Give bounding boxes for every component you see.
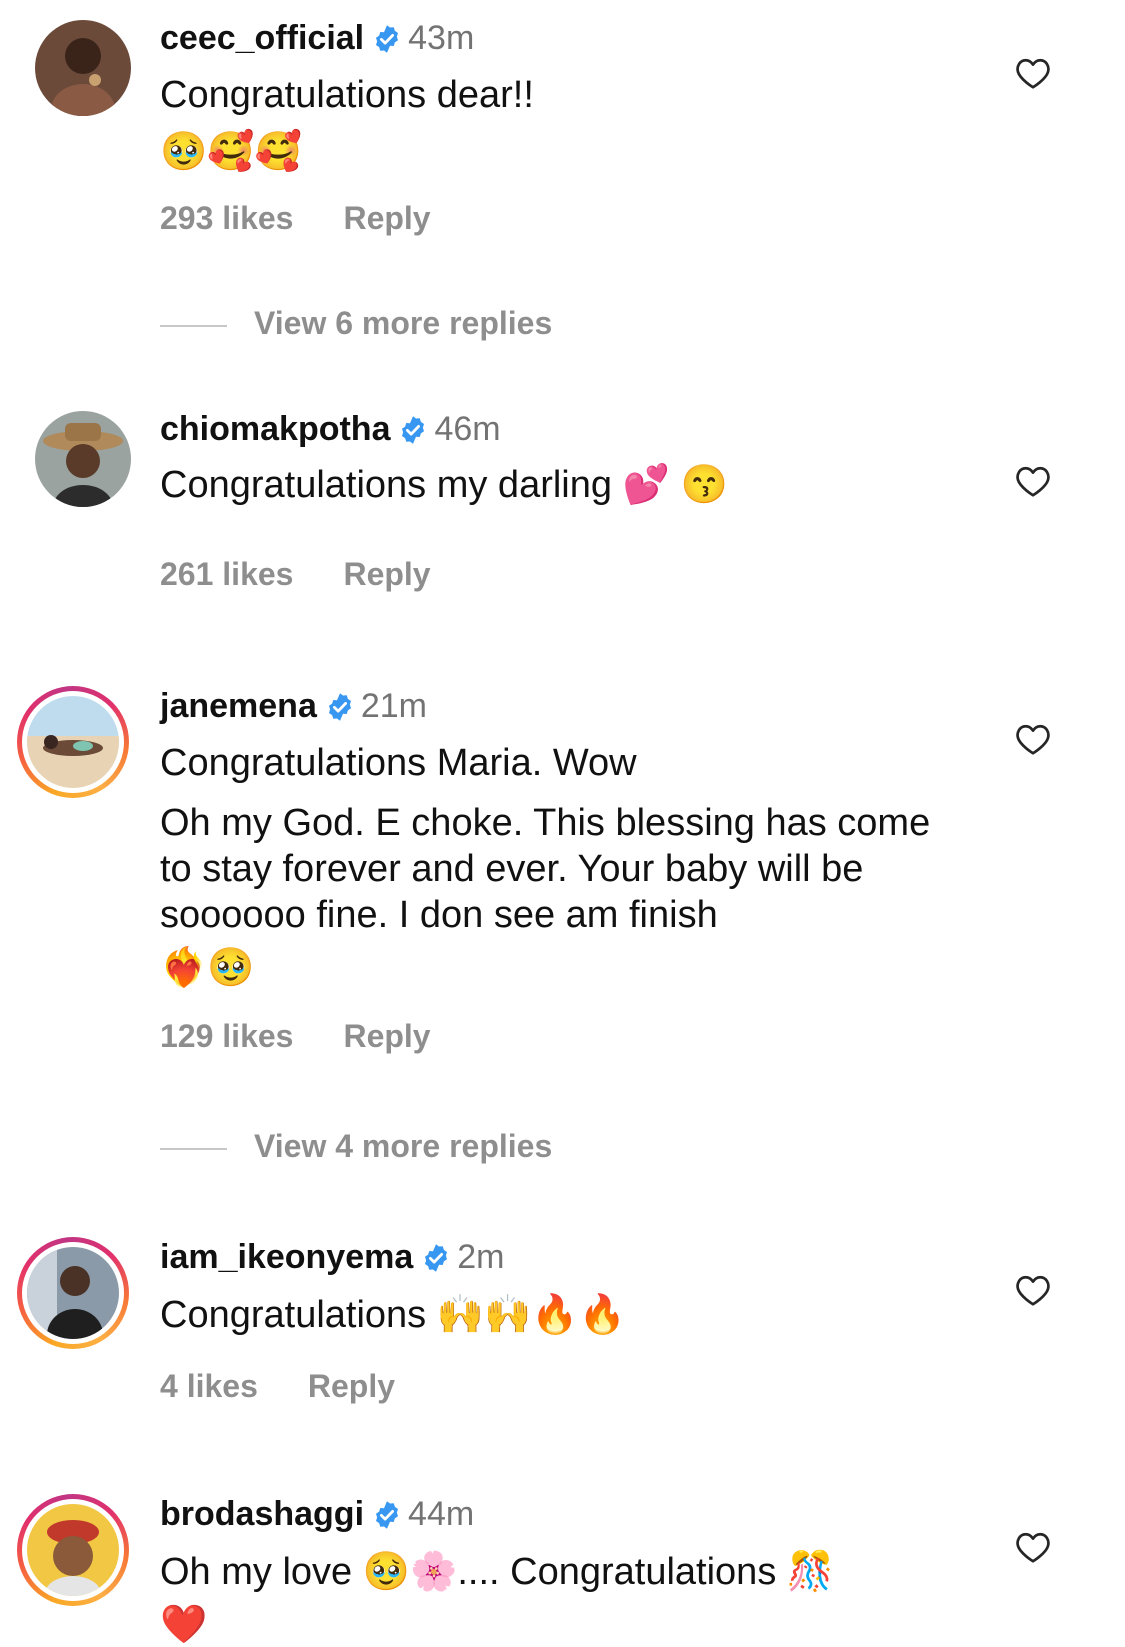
comment-time: 43m [408,19,475,57]
likes-count[interactable]: 129 likes [160,1018,293,1054]
username[interactable]: iam_ikeonyema [160,1238,413,1276]
comment-header: janemena 21m [160,686,427,731]
verified-badge-icon [372,23,402,63]
reply-button[interactable]: Reply [308,1368,395,1404]
username[interactable]: brodashaggi [160,1495,364,1533]
heart-outline-icon[interactable] [1015,464,1051,498]
avatar[interactable] [17,1494,129,1606]
comment-text: Oh my love 🥹🌸.... Congratulations 🎊 ❤️ [160,1551,835,1646]
comment-actions: 261 likes Reply [160,556,431,593]
comment-time: 46m [434,410,501,448]
avatar[interactable] [17,1237,129,1349]
comment-actions: 293 likes Reply [160,200,431,237]
verified-badge-icon [421,1242,451,1282]
comment-header: brodashaggi 44m [160,1494,474,1539]
reply-button[interactable]: Reply [343,556,430,592]
comment-time: 2m [457,1238,505,1276]
view-more-replies-button[interactable]: View 4 more replies [160,1128,552,1165]
avatar[interactable] [17,686,129,798]
comment-actions: 4 likes Reply [160,1368,395,1405]
heart-outline-icon[interactable] [1015,1273,1051,1307]
verified-badge-icon [398,414,428,454]
divider-line [160,324,227,327]
username[interactable]: ceec_official [160,19,364,57]
heart-outline-icon[interactable] [1015,722,1051,756]
reply-button[interactable]: Reply [343,1018,430,1054]
avatar[interactable] [35,20,131,116]
comment-header: chiomakpotha 46m [160,409,501,454]
heart-outline-icon[interactable] [1015,1530,1051,1564]
comment-header: iam_ikeonyema 2m [160,1237,505,1282]
comment-actions: 129 likes Reply [160,1018,431,1055]
username[interactable]: chiomakpotha [160,410,390,448]
comment-text: Congratulations dear!! 🥹🥰🥰 [160,74,534,173]
likes-count[interactable]: 261 likes [160,556,293,592]
comment-time: 44m [408,1495,475,1533]
verified-badge-icon [325,691,355,731]
comment-text: Congratulations 🙌🙌🔥🔥 [160,1294,626,1336]
comment-time: 21m [360,687,427,725]
avatar[interactable] [35,411,131,507]
likes-count[interactable]: 293 likes [160,200,293,236]
reply-button[interactable]: Reply [343,200,430,236]
comment-header: ceec_official 43m [160,18,474,63]
view-more-replies-button[interactable]: View 6 more replies [160,305,552,342]
heart-outline-icon[interactable] [1015,56,1051,90]
comment-text: Congratulations Maria. Wow Oh my God. E … [160,742,931,989]
username[interactable]: janemena [160,687,317,725]
likes-count[interactable]: 4 likes [160,1368,258,1404]
verified-badge-icon [372,1499,402,1539]
comment-text: Congratulations my darling 💕 😙 [160,464,728,506]
divider-line [160,1147,227,1150]
